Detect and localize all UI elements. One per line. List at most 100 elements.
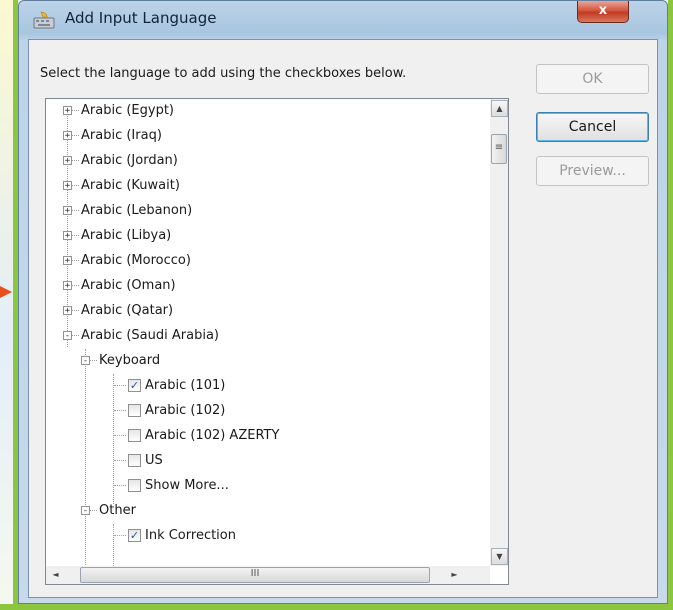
dialog-client-area: Select the language to add using the che… (28, 39, 658, 598)
arrow-right-icon (0, 285, 12, 299)
checkbox-show-more[interactable] (128, 479, 141, 492)
scroll-down-button[interactable]: ▼ (491, 548, 508, 565)
tree-item-label: Arabic (Morocco) (81, 253, 191, 268)
scroll-right-button[interactable]: ► (446, 567, 463, 584)
close-button[interactable]: x (577, 1, 629, 23)
expand-button[interactable]: + (63, 281, 72, 291)
tree-connector (114, 460, 126, 461)
tree-item-label: Arabic (Jordan) (81, 153, 178, 168)
tree-group-keyboard[interactable]: - Keyboard (46, 349, 486, 373)
grip-icon: III (250, 568, 260, 579)
scroll-up-button[interactable]: ▲ (491, 100, 508, 117)
expand-button[interactable]: + (63, 206, 72, 216)
tree-connector (114, 535, 126, 536)
ok-button[interactable]: OK (536, 64, 649, 94)
tree-item-arabic-qatar[interactable]: + Arabic (Qatar) (46, 299, 486, 323)
expand-button[interactable]: + (63, 106, 72, 116)
tree-item-arabic-lebanon[interactable]: + Arabic (Lebanon) (46, 199, 486, 223)
tree-item-arabic-oman[interactable]: + Arabic (Oman) (46, 274, 486, 298)
collapse-button[interactable]: - (81, 356, 90, 366)
keyboard-label: Arabic (101) (145, 378, 226, 393)
tree-item-label: Arabic (Libya) (81, 228, 172, 243)
window-title: Add Input Language (65, 9, 217, 27)
tree-item-label: Arabic (Iraq) (81, 128, 162, 143)
tree-connector (72, 135, 79, 136)
keyboard-label: US (145, 453, 163, 468)
horizontal-scroll-thumb[interactable]: III (80, 567, 430, 583)
scroll-left-button[interactable]: ◄ (47, 567, 64, 584)
checkbox-arabic-101[interactable]: ✓ (128, 379, 141, 392)
expand-button[interactable]: + (63, 156, 72, 166)
tree-item-label: Arabic (Kuwait) (81, 178, 180, 193)
tree-connector (114, 385, 126, 386)
expand-button[interactable]: + (63, 231, 72, 241)
tree-connector (90, 360, 97, 361)
cancel-button[interactable]: Cancel (536, 112, 649, 142)
tree-item-arabic-libya[interactable]: + Arabic (Libya) (46, 224, 486, 248)
tree-group-label: Other (99, 503, 136, 518)
keyboard-item-arabic-102-azerty[interactable]: Arabic (102) AZERTY (46, 424, 486, 448)
collapse-button[interactable]: - (81, 506, 90, 516)
tree-connector (72, 310, 79, 311)
tree-connector (72, 210, 79, 211)
add-input-language-dialog: Add Input Language x Select the language… (18, 0, 668, 604)
keyboard-language-icon (33, 11, 55, 29)
tree-connector (114, 410, 126, 411)
expand-button[interactable]: + (63, 131, 72, 141)
arrow-left-icon: ◄ (52, 570, 59, 579)
other-item-ink-correction[interactable]: ✓ Ink Correction (46, 524, 486, 548)
language-tree-view[interactable]: + Arabic (Egypt) + Arabic (Iraq) + Arabi… (45, 98, 509, 585)
keyboard-item-us[interactable]: US (46, 449, 486, 473)
tree-item-label: Arabic (Qatar) (81, 303, 174, 318)
keyboard-label: Show More... (145, 478, 229, 493)
expand-button[interactable]: + (63, 306, 72, 316)
tree-connector (72, 110, 79, 111)
title-bar[interactable]: Add Input Language x (19, 1, 667, 39)
collapse-button[interactable]: - (63, 331, 72, 341)
tree-group-other[interactable]: - Other (46, 499, 486, 523)
close-icon: x (598, 3, 608, 18)
tree-connector (72, 335, 79, 336)
expand-button[interactable]: + (63, 256, 72, 266)
preview-button[interactable]: Preview... (536, 156, 649, 186)
vertical-scroll-thumb[interactable]: ≡ (491, 134, 507, 164)
tree-connector (72, 185, 79, 186)
tree-connector (72, 260, 79, 261)
tree-item-arabic-iraq[interactable]: + Arabic (Iraq) (46, 124, 486, 148)
tree-connector (114, 435, 126, 436)
instruction-label: Select the language to add using the che… (40, 66, 407, 81)
background-green-border-bottom (0, 604, 673, 610)
keyboard-item-arabic-102[interactable]: Arabic (102) (46, 399, 486, 423)
tree-item-arabic-egypt[interactable]: + Arabic (Egypt) (46, 99, 486, 123)
tree-item-label: Arabic (Lebanon) (81, 203, 193, 218)
tree-item-arabic-morocco[interactable]: + Arabic (Morocco) (46, 249, 486, 273)
tree-connector (72, 285, 79, 286)
tree-group-label: Keyboard (99, 353, 161, 368)
tree-connector (114, 485, 126, 486)
expand-button[interactable]: + (63, 181, 72, 191)
keyboard-item-arabic-101[interactable]: ✓ Arabic (101) (46, 374, 486, 398)
grip-icon: ≡ (494, 142, 504, 153)
checkbox-arabic-102[interactable] (128, 404, 141, 417)
tree-connector (72, 160, 79, 161)
tree-item-label: Arabic (Saudi Arabia) (81, 328, 219, 343)
background-green-border-right (668, 0, 673, 610)
tree-connector (90, 510, 97, 511)
tree-item-arabic-jordan[interactable]: + Arabic (Jordan) (46, 149, 486, 173)
horizontal-scrollbar[interactable]: ◄ III ► (46, 566, 490, 584)
keyboard-item-show-more[interactable]: Show More... (46, 474, 486, 498)
tree-item-arabic-kuwait[interactable]: + Arabic (Kuwait) (46, 174, 486, 198)
arrow-up-icon: ▲ (496, 104, 503, 113)
tree-item-arabic-saudi-arabia[interactable]: - Arabic (Saudi Arabia) (46, 324, 486, 348)
keyboard-label: Arabic (102) AZERTY (145, 428, 280, 443)
vertical-scrollbar[interactable]: ▲ ≡ ▼ (490, 99, 508, 566)
tree-item-label: Arabic (Egypt) (81, 103, 174, 118)
checkbox-us[interactable] (128, 454, 141, 467)
background-left-strip (0, 0, 14, 610)
checkbox-ink-correction[interactable]: ✓ (128, 529, 141, 542)
checkbox-arabic-102-azerty[interactable] (128, 429, 141, 442)
keyboard-label: Arabic (102) (145, 403, 226, 418)
arrow-down-icon: ▼ (496, 552, 503, 561)
tree-item-label: Arabic (Oman) (81, 278, 176, 293)
other-item-label: Ink Correction (145, 528, 236, 543)
